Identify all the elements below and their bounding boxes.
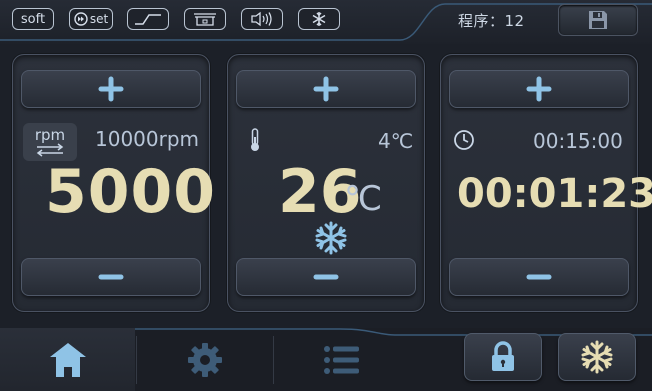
speed-set-value: 10000rpm — [95, 127, 200, 151]
rpm-unit-badge: rpm — [23, 123, 77, 161]
tab-settings[interactable] — [137, 328, 272, 391]
set-mode-button[interactable]: set — [69, 8, 113, 30]
fast-forward-icon — [74, 12, 88, 26]
time-current-value: 00:01:23 — [457, 171, 652, 217]
temperature-panel: 4℃ 26 ℃ — [227, 54, 425, 312]
lid-icon — [194, 13, 216, 26]
sound-mode-button[interactable] — [241, 8, 283, 30]
temperature-decrease-button[interactable] — [236, 258, 416, 296]
gear-icon — [187, 342, 222, 377]
plus-icon — [313, 76, 339, 102]
ramp-mode-button[interactable] — [127, 8, 169, 30]
home-icon — [49, 342, 86, 377]
snowflake-icon — [581, 340, 613, 374]
time-set-value: 00:15:00 — [533, 129, 623, 153]
cooling-mode-button[interactable] — [298, 8, 340, 30]
time-panel: 00:15:00 00:01:23 — [440, 54, 652, 312]
rpm-badge-label: rpm — [34, 125, 66, 144]
plus-icon — [526, 76, 552, 102]
snowflake-icon — [312, 12, 326, 26]
speed-panel: rpm 10000rpm 5000 — [12, 54, 215, 312]
lid-mode-button[interactable] — [184, 8, 226, 30]
temperature-set-value: 4℃ — [378, 129, 414, 153]
list-icon — [323, 345, 359, 374]
clock-icon — [454, 130, 474, 150]
set-mode-label: set — [89, 12, 109, 26]
snowflake-icon — [315, 221, 347, 255]
plus-icon — [98, 76, 124, 102]
speed-increase-button[interactable] — [21, 70, 201, 108]
program-number: 程序：12 — [458, 12, 525, 30]
tab-list[interactable] — [274, 328, 409, 391]
time-increase-button[interactable] — [449, 70, 629, 108]
minus-icon — [313, 274, 339, 280]
speed-decrease-button[interactable] — [21, 258, 201, 296]
ramp-curve-icon — [135, 14, 161, 25]
soft-mode-button[interactable]: soft — [12, 8, 54, 30]
lock-button[interactable] — [464, 333, 542, 381]
speaker-icon — [251, 11, 272, 27]
minus-icon — [526, 274, 552, 280]
lock-icon — [492, 341, 514, 371]
speed-current-value: 5000 — [45, 157, 216, 227]
save-button[interactable] — [558, 4, 638, 36]
floppy-disk-icon — [589, 11, 607, 29]
swap-arrows-icon — [36, 142, 64, 157]
temperature-increase-button[interactable] — [236, 70, 416, 108]
temperature-unit: ℃ — [344, 179, 383, 219]
minus-icon — [98, 274, 124, 280]
precool-button[interactable] — [558, 333, 636, 381]
tab-home[interactable] — [0, 328, 135, 391]
soft-mode-label: soft — [20, 11, 46, 27]
thermometer-icon — [251, 128, 259, 151]
time-decrease-button[interactable] — [449, 258, 629, 296]
